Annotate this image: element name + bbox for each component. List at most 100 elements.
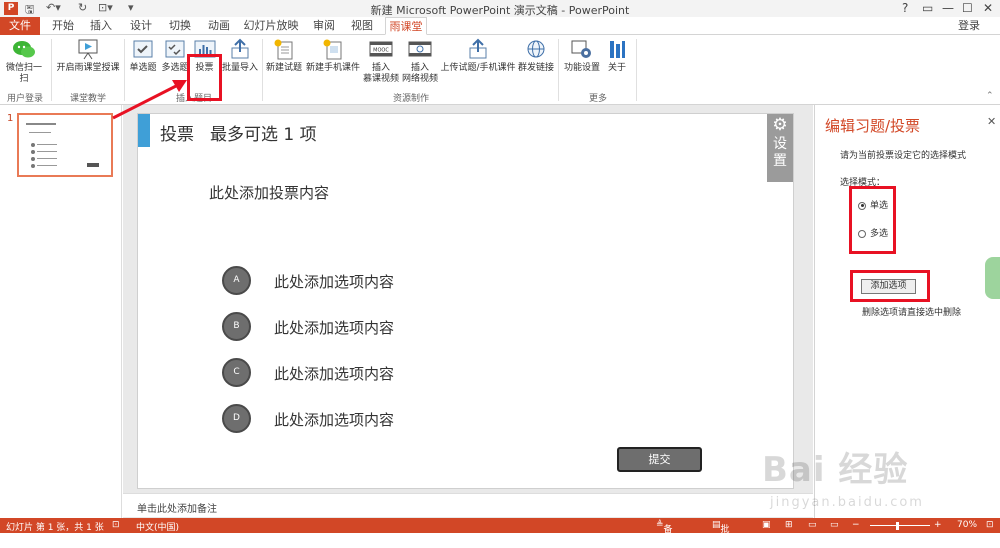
single-choice-button[interactable]: 单选题 (128, 38, 158, 86)
slideshow-icon[interactable]: ▭ (830, 520, 839, 530)
slide-thumbnail[interactable] (17, 113, 113, 177)
redo-icon[interactable]: ↻ (78, 1, 87, 14)
option-text[interactable]: 此处添加选项内容 (274, 409, 394, 430)
vote-option[interactable]: A 此处添加选项内容 (222, 266, 622, 296)
watermark-url: jingyan.baidu.com (770, 495, 924, 510)
zoom-slider-thumb[interactable] (896, 522, 899, 530)
option-letter-badge: C (222, 358, 251, 387)
login-link[interactable]: 登录 (958, 17, 980, 34)
open-class-button[interactable]: 开启雨课堂授课 (56, 38, 120, 86)
language-indicator[interactable]: 中文(中国) (136, 520, 179, 533)
spell-check-icon[interactable]: ⊡ (112, 520, 120, 530)
powerpoint-app-icon: P (4, 2, 18, 15)
tab-transitions[interactable]: 切换 (163, 17, 197, 35)
thumbnail-submit (87, 163, 99, 167)
status-bar: 幻灯片 第 1 张，共 1 张 ⊡ 中文(中国) ≜ 备注 ▤ 批注 ▣ ⊞ ▭… (0, 518, 1000, 548)
reading-view-icon[interactable]: ▭ (808, 520, 817, 530)
vote-option[interactable]: B 此处添加选项内容 (222, 312, 622, 342)
maximize-button[interactable]: ☐ (962, 1, 973, 15)
thumbnail-title (26, 123, 56, 125)
notes-toggle[interactable]: ≜ 备注 (656, 520, 673, 548)
ribbon: 微信扫一扫 开启雨课堂授课 单选题 多选题 投票 批量导入 新建试题 新建手机课… (0, 35, 1000, 105)
option-letter-badge: B (222, 312, 251, 341)
ribbon-separator (51, 39, 52, 101)
tab-home[interactable]: 开始 (46, 17, 80, 35)
multi-choice-button[interactable]: 多选题 (160, 38, 190, 86)
upload-icon (466, 38, 490, 60)
vote-content-placeholder[interactable]: 此处添加投票内容 (209, 182, 329, 203)
about-button[interactable]: 关于 (604, 38, 630, 86)
thumbnail-option-dot (31, 157, 35, 161)
tab-yuketang[interactable]: 雨课堂 (385, 17, 427, 35)
option-text[interactable]: 此处添加选项内容 (274, 363, 394, 384)
watermark-logo: Bai 经验 (762, 450, 909, 490)
thumbnail-content (29, 132, 51, 133)
tab-insert[interactable]: 插入 (84, 17, 118, 35)
slide-settings-button[interactable]: ⚙ 设 置 (767, 114, 793, 182)
gear-icon: ⚙ (772, 115, 788, 135)
option-text[interactable]: 此处添加选项内容 (274, 317, 394, 338)
option-letter-badge: D (222, 404, 251, 433)
start-from-beginning-icon[interactable]: ⊡▾ (98, 1, 113, 14)
new-quiz-button[interactable]: 新建试题 (266, 38, 302, 86)
slide-number: 1 (7, 113, 14, 124)
submit-button[interactable]: 提交 (617, 447, 702, 472)
title-bar: P 🖫 ↶▾ ↻ ⊡▾ ▾ 新建 Microsoft PowerPoint 演示… (0, 0, 1000, 17)
slide-sorter-icon[interactable]: ⊞ (785, 520, 793, 530)
notes-pane[interactable]: 单击此处添加备注 (123, 493, 813, 517)
ribbon-separator (262, 39, 263, 101)
task-pane-close-button[interactable]: ✕ (987, 115, 996, 128)
thumbnail-option-line (37, 144, 57, 145)
mooc-video-icon: MOOC (369, 38, 393, 60)
group-more: 更多 (588, 94, 607, 104)
ribbon-separator (124, 39, 125, 101)
customize-quick-access-icon[interactable]: ▾ (128, 1, 134, 14)
side-tab-icon[interactable] (985, 257, 1000, 299)
batch-import-button[interactable]: 批量导入 (220, 38, 260, 86)
ribbon-tabs: 文件 开始 插入 设计 切换 动画 幻灯片放映 审阅 视图 雨课堂 登录 (0, 17, 1000, 35)
tab-design[interactable]: 设计 (124, 17, 158, 35)
ribbon-separator (636, 39, 637, 101)
tab-file[interactable]: 文件 (0, 17, 40, 35)
globe-link-icon (524, 38, 548, 60)
upload-courseware-button[interactable]: 上传试题/手机课件 (440, 38, 516, 86)
comments-toggle[interactable]: ▤ 批注 (712, 520, 730, 548)
function-settings-button[interactable]: 功能设置 (562, 38, 602, 86)
multi-choice-icon (163, 38, 187, 60)
insert-mooc-video-button[interactable]: MOOC 插入 慕课视频 (362, 38, 400, 86)
zoom-in-button[interactable]: + (934, 520, 942, 530)
zoom-out-button[interactable]: − (852, 520, 860, 530)
slide-vote-title[interactable]: 投票 (160, 120, 194, 145)
slide-canvas[interactable]: 投票 最多可选 1 项 ⚙ 设 置 此处添加投票内容 A 此处添加选项内容 B … (137, 113, 794, 489)
fit-to-window-icon[interactable]: ⊡ (986, 520, 994, 530)
about-logo-icon (605, 38, 629, 60)
normal-view-icon[interactable]: ▣ (762, 520, 771, 530)
tab-review[interactable]: 审阅 (307, 17, 341, 35)
undo-icon[interactable]: ↶▾ (46, 1, 61, 14)
window-title: 新建 Microsoft PowerPoint 演示文稿 - PowerPoin… (370, 4, 630, 17)
slide-thumbnails-pane: 1 (0, 105, 122, 518)
tab-animations[interactable]: 动画 (202, 17, 236, 35)
minimize-button[interactable]: — (942, 1, 954, 15)
tab-slideshow[interactable]: 幻灯片放映 (240, 17, 302, 35)
option-text[interactable]: 此处添加选项内容 (274, 271, 394, 292)
insert-web-video-button[interactable]: 插入 网络视频 (400, 38, 440, 86)
vote-option[interactable]: D 此处添加选项内容 (222, 404, 622, 434)
import-arrow-icon (228, 38, 252, 60)
share-link-button[interactable]: 群发链接 (516, 38, 556, 86)
ribbon-display-options-button[interactable]: ▭ (922, 1, 933, 15)
slide-subtitle[interactable]: 最多可选 1 项 (210, 120, 317, 145)
close-button[interactable]: ✕ (983, 1, 993, 15)
new-mobile-courseware-button[interactable]: 新建手机课件 (305, 38, 361, 86)
zoom-level[interactable]: 70% (957, 520, 977, 530)
wechat-scan-button[interactable]: 微信扫一扫 (2, 38, 46, 86)
collapse-ribbon-icon[interactable]: ⌃ (986, 91, 994, 101)
zoom-slider[interactable] (870, 525, 930, 526)
vote-option[interactable]: C 此处添加选项内容 (222, 358, 622, 388)
tab-view[interactable]: 视图 (345, 17, 379, 35)
single-choice-icon (131, 38, 155, 60)
presentation-board-icon (76, 38, 100, 60)
thumbnail-option-line (37, 165, 57, 166)
help-button[interactable]: ? (902, 1, 908, 15)
wechat-icon (12, 38, 36, 60)
